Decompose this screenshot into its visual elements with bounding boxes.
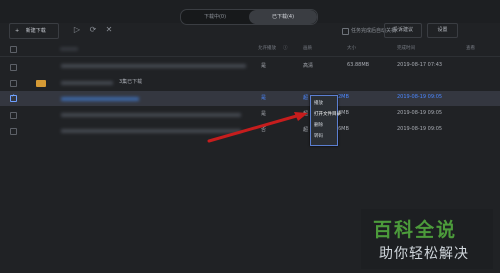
table-row-1[interactable]: 是 高清 63.88MB 2019-08-17 07:43: [0, 59, 500, 74]
header-separator: [0, 56, 500, 57]
play-icon[interactable]: ▷: [73, 26, 81, 34]
new-download-label: 新建下载: [25, 28, 46, 34]
row-checkbox[interactable]: [10, 64, 17, 71]
row-size: 2MB: [338, 94, 349, 100]
table-row-2[interactable]: 3集已下载: [0, 75, 500, 90]
tab-downloading[interactable]: 下载中(0): [181, 10, 249, 24]
file-name-blur: [61, 97, 139, 101]
row-checkbox[interactable]: [10, 112, 17, 119]
table-row-3-selected[interactable]: ✓ 是 超 2MB 2019-08-19 09:05: [0, 91, 500, 106]
menu-item-play[interactable]: 播放: [314, 100, 323, 106]
quality-header: 画质: [303, 46, 312, 51]
row-p2p: 是: [261, 95, 267, 101]
name-header-blur: [60, 47, 78, 51]
row-quality: 超: [303, 95, 309, 101]
settings-button[interactable]: 设置: [427, 23, 458, 38]
file-name-blur: [61, 64, 246, 68]
folder-name-blur: [61, 81, 113, 85]
menu-item-delete[interactable]: 删除: [314, 122, 323, 128]
watermark-bottom: 助你轻松解决: [379, 246, 469, 262]
table-header: 允许播放 ⓘ 画质 大小 完成时间 查看: [0, 43, 500, 54]
watermark-top: 百科全说: [373, 219, 458, 241]
auto-shutdown-checkbox[interactable]: [342, 28, 349, 35]
size-header: 大小: [347, 46, 356, 51]
folder-icon: [36, 80, 46, 87]
select-all-checkbox[interactable]: [10, 46, 17, 53]
tab-downloaded[interactable]: 已下载(4): [249, 10, 317, 24]
completed-time-header: 完成时间: [397, 46, 415, 51]
downloaded-count: 3集已下载: [119, 79, 143, 85]
refresh-icon[interactable]: ⟳: [89, 26, 97, 34]
allow-play-header: 允许播放: [258, 46, 276, 51]
context-menu: 播放 打开文件目录 删除 转码: [310, 95, 341, 146]
menu-item-open-folder[interactable]: 打开文件目录: [314, 111, 341, 117]
new-download-button[interactable]: + 新建下载: [9, 23, 59, 39]
row-time: 2019-08-17 07:43: [397, 62, 443, 68]
row-time: 2019-08-19 09:05: [397, 110, 443, 116]
checkmark-icon: ✓: [11, 93, 16, 99]
plus-icon: +: [15, 28, 20, 34]
row-p2p: 是: [261, 63, 267, 69]
feedback-button[interactable]: 投诉建议: [384, 23, 422, 38]
row-quality: 高清: [303, 63, 314, 69]
view-header: 查看: [466, 46, 475, 51]
row-time: 2019-08-19 09:05: [397, 126, 443, 132]
red-arrow-annotation: [207, 112, 308, 143]
row-size: 6MB: [338, 126, 349, 132]
row-time: 2019-08-19 09:05: [397, 94, 443, 100]
close-icon[interactable]: ✕: [105, 26, 113, 34]
row-checkbox[interactable]: [10, 80, 17, 87]
row-size: 63.88MB: [347, 62, 370, 68]
menu-item-transcode[interactable]: 转码: [314, 133, 323, 139]
row-checkbox[interactable]: [10, 128, 17, 135]
info-icon: ⓘ: [283, 46, 288, 51]
watermark-logo: 百科全说 助你轻松解决: [361, 209, 493, 269]
